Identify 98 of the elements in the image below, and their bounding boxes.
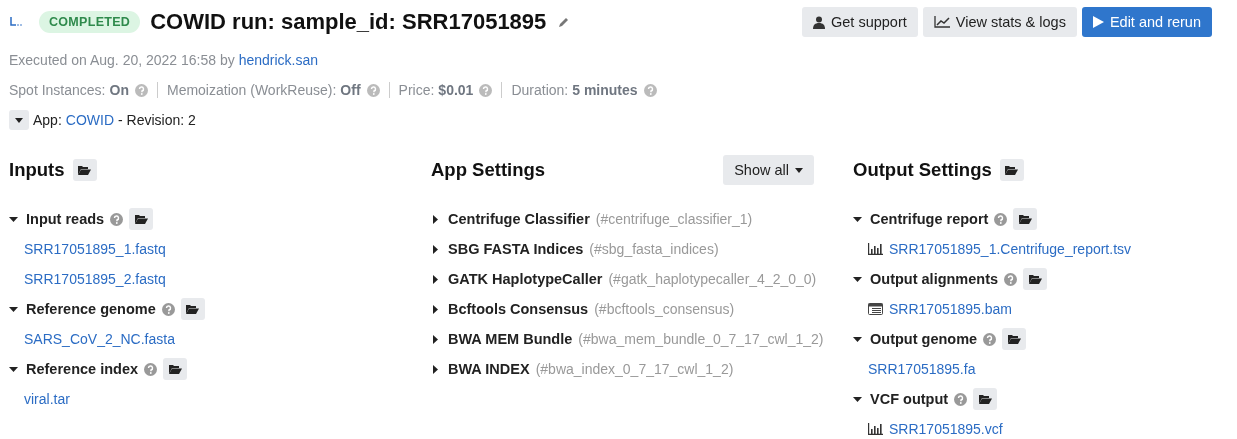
setting-id: (#bcftools_consensus) bbox=[594, 301, 735, 317]
support-button[interactable]: Get support bbox=[802, 7, 918, 37]
bar-chart-icon bbox=[868, 423, 883, 435]
app-label: App: bbox=[33, 112, 62, 128]
file-link[interactable]: SRR17051895_2.fastq bbox=[24, 271, 166, 287]
folder-button[interactable] bbox=[129, 208, 154, 230]
group-label: Output genome bbox=[870, 331, 978, 347]
file-link[interactable]: SRR17051895.vcf bbox=[889, 421, 1003, 437]
folder-button[interactable] bbox=[180, 298, 205, 320]
caret-icon[interactable] bbox=[853, 214, 862, 224]
folder-icon bbox=[978, 394, 992, 404]
meta-value: Off bbox=[340, 82, 361, 98]
folder-button[interactable] bbox=[72, 159, 97, 181]
bar-chart-icon bbox=[868, 243, 883, 255]
setting-name[interactable]: Bcftools Consensus bbox=[448, 301, 589, 317]
setting-name[interactable]: Centrifuge Classifier bbox=[448, 211, 590, 227]
caret-icon[interactable] bbox=[853, 334, 862, 344]
caret-icon[interactable] bbox=[431, 304, 440, 314]
pencil-icon[interactable] bbox=[558, 16, 571, 28]
stats-button[interactable]: View stats & logs bbox=[922, 7, 1077, 37]
caret-icon bbox=[15, 117, 23, 123]
meta-label: Memoization (WorkReuse): bbox=[166, 82, 337, 98]
setting-name[interactable]: BWA INDEX bbox=[448, 361, 530, 377]
file-link[interactable]: SRR17051895.fa bbox=[868, 361, 976, 377]
meta-label: Duration: bbox=[511, 82, 569, 98]
help-icon[interactable] bbox=[994, 212, 1008, 226]
folder-icon bbox=[186, 304, 200, 314]
show-all-dropdown[interactable]: Show all bbox=[723, 155, 814, 185]
rerun-button[interactable]: Edit and rerun bbox=[1081, 7, 1212, 37]
folder-icon bbox=[168, 364, 182, 374]
file-link[interactable]: SRR17051895.bam bbox=[889, 301, 1012, 317]
help-icon[interactable] bbox=[1004, 272, 1018, 286]
setting-id: (#bwa_index_0_7_17_cwl_1_2) bbox=[535, 361, 734, 377]
folder-button[interactable] bbox=[973, 388, 998, 410]
group-label: Input reads bbox=[26, 211, 105, 227]
file-link[interactable]: SRR17051895_1.Centrifuge_report.tsv bbox=[889, 241, 1132, 257]
caret-icon[interactable] bbox=[431, 334, 440, 344]
meta-value: $0.01 bbox=[438, 82, 474, 98]
section-title: App Settings bbox=[431, 159, 546, 181]
caret-icon bbox=[795, 167, 803, 173]
folder-button[interactable] bbox=[1002, 328, 1027, 350]
setting-id: (#bwa_mem_bundle_0_7_17_cwl_1_2) bbox=[578, 331, 824, 347]
revision-text: - Revision: 2 bbox=[118, 112, 196, 128]
folder-icon bbox=[1018, 214, 1032, 224]
help-icon[interactable] bbox=[954, 392, 968, 406]
folder-icon bbox=[134, 214, 148, 224]
setting-id: (#sbg_fasta_indices) bbox=[589, 241, 719, 257]
meta-label: Price: bbox=[398, 82, 435, 98]
table-icon bbox=[868, 303, 883, 315]
group-label: Reference genome bbox=[26, 301, 156, 317]
setting-name[interactable]: BWA MEM Bundle bbox=[448, 331, 573, 347]
corner-arrow-icon[interactable] bbox=[9, 17, 23, 27]
caret-icon[interactable] bbox=[9, 214, 18, 224]
meta-label: Spot Instances: bbox=[9, 82, 106, 98]
file-link[interactable]: SRR17051895_1.fastq bbox=[24, 241, 166, 257]
setting-id: (#gatk_haplotypecaller_4_2_0_0) bbox=[608, 271, 817, 287]
group-label: Reference index bbox=[26, 361, 139, 377]
status-badge: COMPLETED bbox=[39, 11, 141, 33]
group-label: Centrifuge report bbox=[870, 211, 989, 227]
app-link[interactable]: COWID bbox=[65, 112, 115, 128]
run-title: COWID run: sample_id: SRR17051895 bbox=[150, 9, 547, 35]
caret-icon[interactable] bbox=[431, 214, 440, 224]
folder-button[interactable] bbox=[1023, 268, 1048, 290]
group-label: Output alignments bbox=[870, 271, 999, 287]
folder-icon bbox=[78, 165, 91, 175]
caret-icon[interactable] bbox=[853, 274, 862, 284]
play-icon bbox=[1092, 16, 1104, 28]
folder-button[interactable] bbox=[1013, 208, 1038, 230]
caret-icon[interactable] bbox=[431, 244, 440, 254]
caret-icon[interactable] bbox=[853, 394, 862, 404]
setting-name[interactable]: SBG FASTA Indices bbox=[448, 241, 584, 257]
folder-icon bbox=[1028, 274, 1042, 284]
help-icon[interactable] bbox=[161, 302, 175, 316]
help-icon[interactable] bbox=[144, 362, 158, 376]
folder-icon bbox=[1005, 165, 1019, 175]
folder-button[interactable] bbox=[999, 159, 1024, 181]
file-link[interactable]: viral.tar bbox=[24, 391, 70, 407]
user-link[interactable]: hendrick.san bbox=[238, 52, 319, 68]
folder-button[interactable] bbox=[163, 358, 188, 380]
help-icon[interactable] bbox=[110, 212, 124, 226]
meta-value: On bbox=[109, 82, 129, 98]
caret-icon[interactable] bbox=[9, 304, 18, 314]
setting-id: (#centrifuge_classifier_1) bbox=[595, 211, 753, 227]
folder-icon bbox=[1007, 334, 1021, 344]
expand-toggle[interactable] bbox=[9, 110, 29, 130]
line-chart-icon bbox=[933, 16, 950, 28]
group-label: VCF output bbox=[870, 391, 949, 407]
file-link[interactable]: SARS_CoV_2_NC.fasta bbox=[24, 331, 175, 347]
person-icon bbox=[813, 15, 825, 29]
section-title: Output Settings bbox=[853, 159, 992, 181]
caret-icon[interactable] bbox=[9, 364, 18, 374]
caret-icon[interactable] bbox=[431, 364, 440, 374]
meta-value: 5 minutes bbox=[572, 82, 638, 98]
executed-text: Executed on Aug. 20, 2022 16:58 by bbox=[9, 52, 235, 68]
section-title: Inputs bbox=[9, 159, 65, 181]
help-icon[interactable] bbox=[983, 332, 997, 346]
setting-name[interactable]: GATK HaplotypeCaller bbox=[448, 271, 603, 287]
caret-icon[interactable] bbox=[431, 274, 440, 284]
